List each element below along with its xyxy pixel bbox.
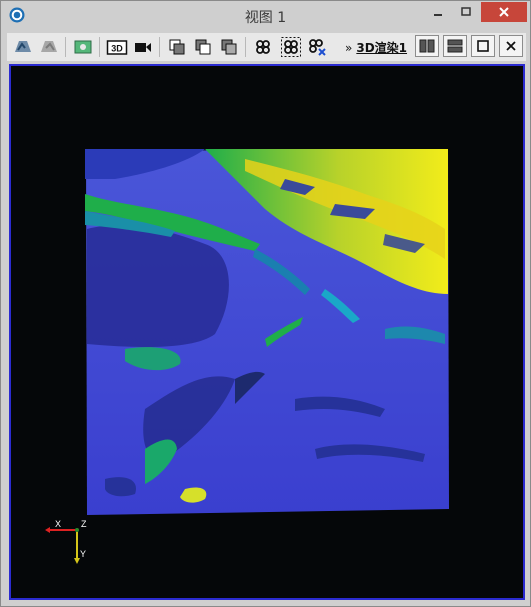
3d-button[interactable]: 3D: [105, 35, 129, 59]
close-icon: [499, 7, 509, 17]
maximize-icon: [461, 7, 471, 16]
screenshot-button[interactable]: [71, 35, 95, 59]
maximize-view-icon: [477, 40, 489, 52]
axis-gizmo: X Z Y: [45, 519, 87, 564]
application-window: 视图 1 3D » 3D渲染1 X Z Y: [0, 0, 531, 607]
split-vertical-icon: [419, 39, 435, 53]
network-button-2[interactable]: [279, 35, 303, 59]
3d-label: 3D: [111, 44, 123, 54]
video-record-button[interactable]: [131, 35, 155, 59]
toolbar-separator: [99, 37, 100, 57]
layer-button-2[interactable]: [191, 35, 215, 59]
maximize-view-button[interactable]: [471, 35, 495, 57]
terrain-surface: [85, 149, 449, 515]
3d-viewport[interactable]: X Z Y: [9, 64, 525, 600]
overflow-chevron[interactable]: »: [345, 41, 352, 55]
x-axis-arrow: [45, 527, 50, 533]
layer-button-3[interactable]: [217, 35, 241, 59]
view-right-button[interactable]: [37, 35, 61, 59]
toolbar: 3D » 3D渲染1: [7, 33, 526, 61]
layer-icon-2: [195, 39, 211, 55]
minimize-icon: [434, 14, 442, 16]
network-button-1[interactable]: [251, 35, 275, 59]
network-icon-2: [281, 37, 301, 57]
render-label[interactable]: 3D渲染1: [356, 41, 407, 55]
maximize-button[interactable]: [453, 2, 479, 22]
close-view-icon: [506, 41, 516, 51]
network-button-3[interactable]: [305, 35, 329, 59]
split-vertical-button[interactable]: [415, 35, 439, 57]
z-axis-label: Z: [81, 519, 87, 529]
layer-button-1[interactable]: [165, 35, 189, 59]
screenshot-icon: [74, 40, 92, 54]
view-left-icon: [15, 41, 31, 52]
view-left-button[interactable]: [11, 35, 35, 59]
toolbar-separator: [65, 37, 66, 57]
render-selector[interactable]: » 3D渲染1: [345, 39, 407, 56]
3d-icon: 3D: [106, 40, 128, 55]
network-icon-3: [309, 39, 326, 56]
toolbar-separator: [159, 37, 160, 57]
close-button[interactable]: [481, 2, 527, 22]
title-bar[interactable]: 视图 1: [1, 1, 530, 31]
x-axis-label: X: [55, 519, 61, 529]
split-horizontal-icon: [447, 39, 463, 53]
minimize-button[interactable]: [425, 2, 451, 22]
y-axis-label: Y: [80, 549, 86, 559]
view-right-icon: [41, 41, 57, 52]
network-icon-1: [256, 40, 270, 54]
video-record-icon: [135, 43, 151, 52]
close-view-button[interactable]: [499, 35, 523, 57]
split-horizontal-button[interactable]: [443, 35, 467, 57]
toolbar-separator: [245, 37, 246, 57]
layer-icon-3: [221, 39, 237, 55]
layer-icon-1: [169, 39, 185, 55]
z-axis-point: [75, 528, 79, 532]
